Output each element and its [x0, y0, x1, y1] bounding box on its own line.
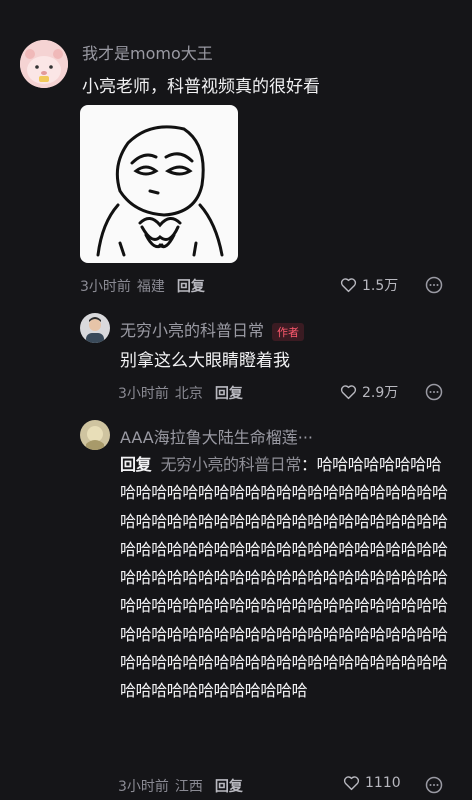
comment-text: 别拿这么大眼睛瞪着我 [120, 351, 290, 371]
author-badge: 作者 [272, 322, 305, 341]
more-icon [425, 383, 443, 401]
heart-icon [343, 776, 360, 791]
username[interactable]: 无穷小亮的科普日常 作者 [120, 317, 305, 341]
avatar-momo[interactable] [20, 40, 68, 88]
location: 江西 [174, 779, 203, 795]
reply-button[interactable]: 回复 [215, 776, 243, 796]
timestamp: 3小时前 [118, 779, 169, 795]
more-options-button[interactable] [425, 276, 443, 294]
like-button[interactable]: 1110 [343, 775, 401, 791]
comment-meta: 3小时前 江西 回复 [118, 776, 243, 796]
reply-button[interactable]: 回复 [177, 276, 205, 296]
heart-icon [340, 385, 357, 400]
comment-meta: 3小时前 福建 回复 [80, 276, 205, 296]
like-count: 1.5万 [362, 278, 399, 294]
like-button[interactable]: 2.9万 [340, 382, 398, 402]
avatar-author[interactable] [80, 313, 110, 343]
like-count: 2.9万 [362, 385, 399, 401]
more-options-button[interactable] [425, 776, 443, 794]
comment-text: 回复 无穷小亮的科普日常：哈哈哈哈哈哈哈哈哈哈哈哈哈哈哈哈哈哈哈哈哈哈哈哈哈哈哈… [120, 451, 456, 706]
username[interactable]: AAA海拉鲁大陆生命榴莲··· [120, 424, 313, 448]
more-options-button[interactable] [425, 383, 443, 401]
timestamp: 3小时前 [118, 386, 169, 402]
comment-image[interactable] [80, 105, 238, 263]
like-button[interactable]: 1.5万 [340, 275, 398, 295]
comment-meta: 3小时前 北京 回复 [118, 383, 243, 403]
reply-body: ：哈哈哈哈哈哈哈哈哈哈哈哈哈哈哈哈哈哈哈哈哈哈哈哈哈哈哈哈哈哈哈哈哈哈哈哈哈哈哈… [120, 455, 448, 701]
timestamp: 3小时前 [80, 279, 131, 295]
heart-icon [340, 278, 357, 293]
reply-label: 回复 [120, 455, 152, 474]
more-icon [425, 276, 443, 294]
like-count: 1110 [365, 775, 401, 791]
username[interactable]: 我才是momo大王 [82, 40, 213, 64]
location: 北京 [174, 386, 203, 402]
location: 福建 [136, 279, 165, 295]
avatar-reply-user[interactable] [80, 420, 110, 450]
more-icon [425, 776, 443, 794]
reply-to-user[interactable]: 无穷小亮的科普日常 [161, 455, 302, 474]
reply-button[interactable]: 回复 [215, 383, 243, 403]
comment-text: 小亮老师，科普视频真的很好看 [82, 77, 320, 97]
